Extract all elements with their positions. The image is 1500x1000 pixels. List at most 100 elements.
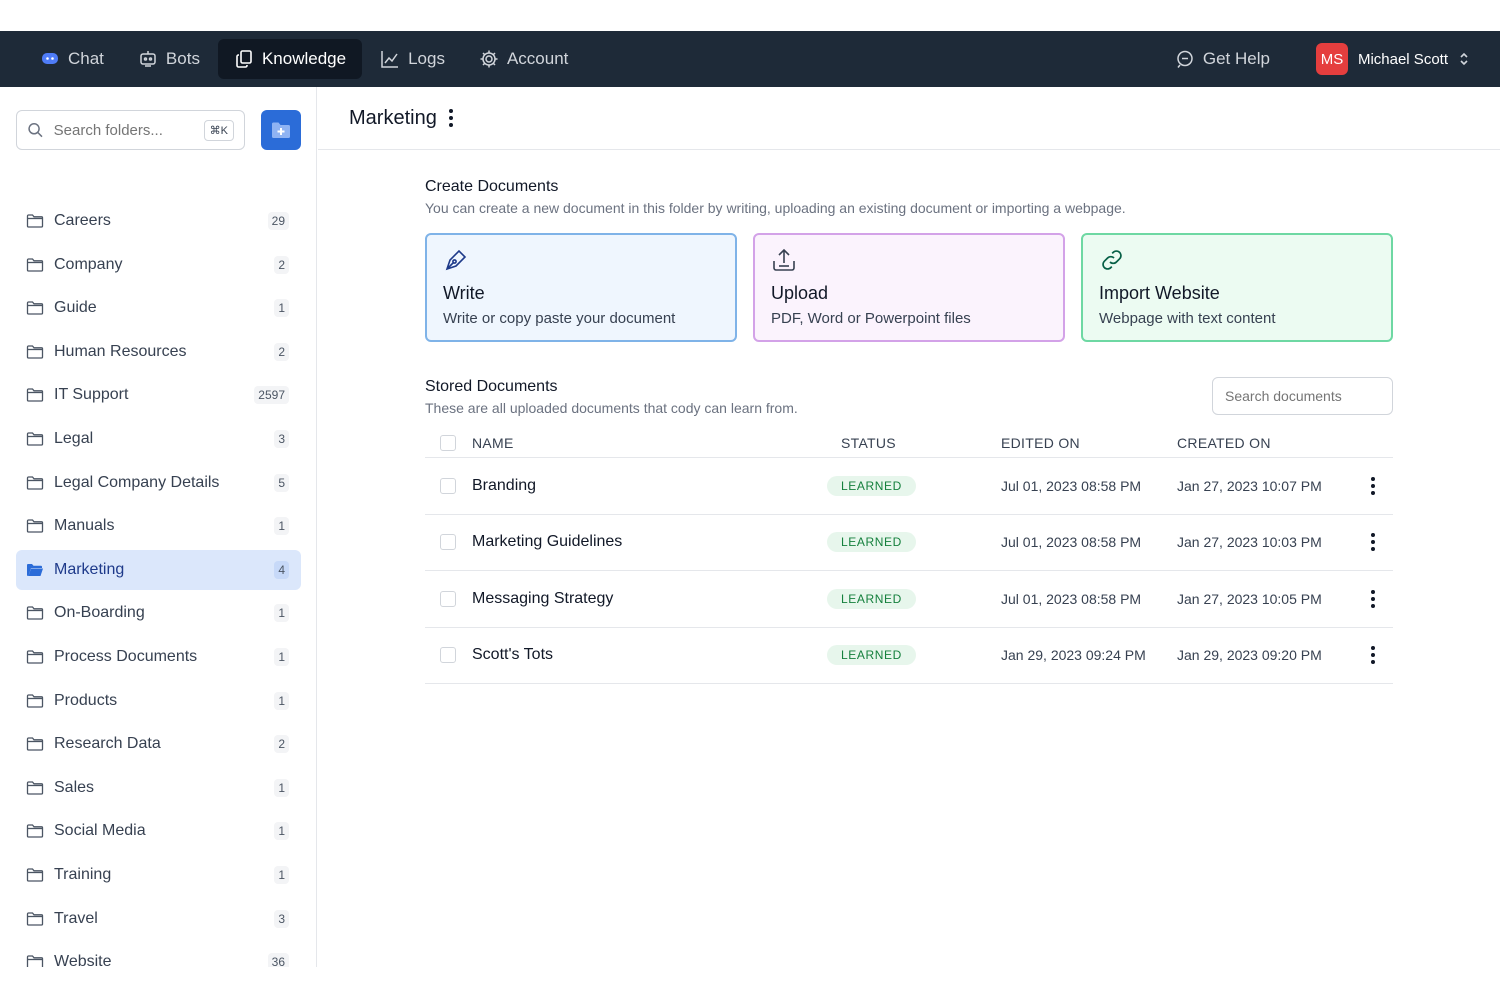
sidebar-item-marketing[interactable]: Marketing 4 — [16, 549, 301, 590]
pen-nib-icon — [445, 249, 467, 271]
nav-logs[interactable]: Logs — [364, 39, 461, 79]
edited-on: Jul 01, 2023 08:58 PM — [1001, 477, 1142, 494]
folder-count-badge: 36 — [267, 953, 289, 967]
nav-account-label: Account — [506, 49, 569, 68]
sidebar-item-it-support[interactable]: IT Support 2597 — [16, 375, 301, 415]
sidebar-item-website[interactable]: Website 36 — [16, 942, 301, 967]
nav-chat[interactable]: Chat — [24, 39, 120, 79]
folder-name: Legal Company Details — [54, 473, 220, 491]
new-folder-button[interactable] — [261, 110, 301, 150]
nav-knowledge[interactable]: Knowledge — [217, 39, 363, 79]
upload-card[interactable]: Upload PDF, Word or Powerpoint files — [753, 233, 1065, 342]
folder-count-badge: 1 — [274, 604, 289, 623]
folder-icon — [26, 606, 44, 620]
folder-name: IT Support — [54, 386, 129, 404]
sidebar-item-manuals[interactable]: Manuals 1 — [16, 506, 301, 546]
column-created[interactable]: CREATED ON — [1177, 435, 1353, 451]
row-checkbox[interactable] — [440, 477, 456, 494]
row-options-menu[interactable] — [1367, 531, 1379, 553]
folder-list: Careers 29 Company 2 Guide 1 Human Resources 2 I… — [16, 201, 301, 967]
sidebar-item-careers[interactable]: Careers 29 — [16, 201, 301, 241]
status-badge: LEARNED — [827, 475, 916, 496]
folder-icon — [26, 301, 44, 315]
document-name[interactable]: Marketing Guidelines — [472, 533, 826, 551]
folder-icon — [26, 214, 44, 228]
table-row[interactable]: Branding LEARNED Jul 01, 2023 08:58 PM Jan … — [425, 458, 1393, 515]
folder-search-input[interactable] — [53, 121, 194, 139]
sidebar-item-social-media[interactable]: Social Media 1 — [16, 811, 301, 851]
sidebar-item-training[interactable]: Training 1 — [16, 855, 301, 895]
sidebar-item-guide[interactable]: Guide 1 — [16, 288, 301, 328]
sidebar-item-legal[interactable]: Legal 3 — [16, 419, 301, 459]
folder-count-badge: 29 — [267, 212, 289, 230]
created-on: Jan 27, 2023 10:07 PM — [1177, 477, 1322, 494]
row-checkbox[interactable] — [440, 647, 456, 664]
row-checkbox[interactable] — [440, 534, 456, 551]
table-row[interactable]: Marketing Guidelines LEARNED Jul 01, 2023 … — [425, 515, 1393, 571]
row-options-menu[interactable] — [1367, 475, 1379, 497]
page-title: Marketing — [349, 106, 437, 129]
folder-name: Travel — [54, 909, 98, 927]
sidebar-item-on-boarding[interactable]: On-Boarding 1 — [16, 593, 301, 633]
column-edited[interactable]: EDITED ON — [1001, 435, 1177, 451]
folder-header: Marketing — [318, 87, 1500, 150]
upload-icon — [773, 248, 795, 271]
folder-icon — [26, 475, 44, 490]
sidebar-item-process-documents[interactable]: Process Documents 1 — [16, 637, 301, 677]
folder-name: Social Media — [54, 822, 146, 840]
copy-documents-icon — [236, 50, 252, 68]
column-name[interactable]: NAME — [472, 435, 826, 451]
document-name[interactable]: Scott's Tots — [472, 646, 826, 664]
write-card[interactable]: Write Write or copy paste your document — [425, 233, 737, 342]
row-options-menu[interactable] — [1367, 588, 1379, 610]
sidebar-item-research-data[interactable]: Research Data 2 — [16, 724, 301, 764]
folder-name: Marketing — [54, 560, 125, 578]
sidebar-item-travel[interactable]: Travel 3 — [16, 899, 301, 939]
nav-right: Get Help MS Michael Scott — [1159, 39, 1470, 79]
upload-card-description: PDF, Word or Powerpoint files — [771, 310, 971, 327]
nav-account[interactable]: Account — [463, 39, 584, 79]
folder-name: Guide — [54, 299, 97, 317]
table-row[interactable]: Messaging Strategy LEARNED Jul 01, 2023 08… — [425, 571, 1393, 628]
folder-count-badge: 2597 — [254, 386, 289, 405]
column-status[interactable]: STATUS — [826, 435, 1001, 451]
folder-icon — [26, 388, 44, 403]
folder-count-badge: 2 — [274, 342, 289, 361]
sidebar-item-human-resources[interactable]: Human Resources 2 — [16, 332, 301, 372]
folder-name: Sales — [54, 778, 95, 796]
select-all-checkbox[interactable] — [440, 435, 456, 451]
import-website-card[interactable]: Import Website Webpage with text content — [1081, 233, 1393, 342]
folder-options-menu[interactable] — [445, 107, 457, 129]
nav-bots[interactable]: Bots — [122, 39, 216, 79]
sidebar-item-products[interactable]: Products 1 — [16, 681, 301, 721]
folder-icon — [26, 737, 44, 751]
row-options-menu[interactable] — [1367, 644, 1379, 666]
get-help-button[interactable]: Get Help — [1159, 39, 1286, 79]
folder-count-badge: 1 — [274, 822, 289, 841]
sidebar-item-company[interactable]: Company 2 — [16, 245, 301, 285]
folder-count-badge: 1 — [274, 299, 289, 318]
folder-name: Careers — [54, 212, 111, 229]
folder-search[interactable]: ⌘K — [16, 110, 245, 150]
document-search-input[interactable] — [1212, 377, 1393, 415]
folder-count-badge: 1 — [274, 865, 289, 884]
folder-count-badge: 4 — [274, 560, 289, 579]
document-name[interactable]: Branding — [472, 477, 826, 495]
folder-count-badge: 2 — [274, 735, 289, 754]
row-checkbox[interactable] — [440, 590, 456, 607]
edited-on: Jul 01, 2023 08:58 PM — [1001, 590, 1142, 607]
user-menu[interactable]: MS Michael Scott — [1315, 43, 1470, 75]
create-documents-title: Create Documents — [425, 178, 559, 195]
created-on: Jan 29, 2023 09:20 PM — [1177, 647, 1322, 664]
folder-name: On-Boarding — [54, 604, 145, 622]
created-on: Jan 27, 2023 10:03 PM — [1177, 534, 1322, 551]
document-name[interactable]: Messaging Strategy — [472, 590, 826, 608]
folder-name: Legal — [54, 429, 94, 447]
table-row[interactable]: Scott's Tots LEARNED Jan 29, 2023 09:24 PM… — [425, 628, 1393, 684]
sidebar-item-legal-company-details[interactable]: Legal Company Details 5 — [16, 463, 301, 503]
sidebar-item-sales[interactable]: Sales 1 — [16, 768, 301, 808]
folder-icon — [26, 955, 44, 967]
folder-sidebar: ⌘K Careers 29 Company 2 Guide 1 Human Resource… — [0, 87, 317, 967]
main-nav: Chat Bots Knowledge Logs Account — [24, 39, 584, 79]
nav-knowledge-label: Knowledge — [261, 49, 347, 68]
